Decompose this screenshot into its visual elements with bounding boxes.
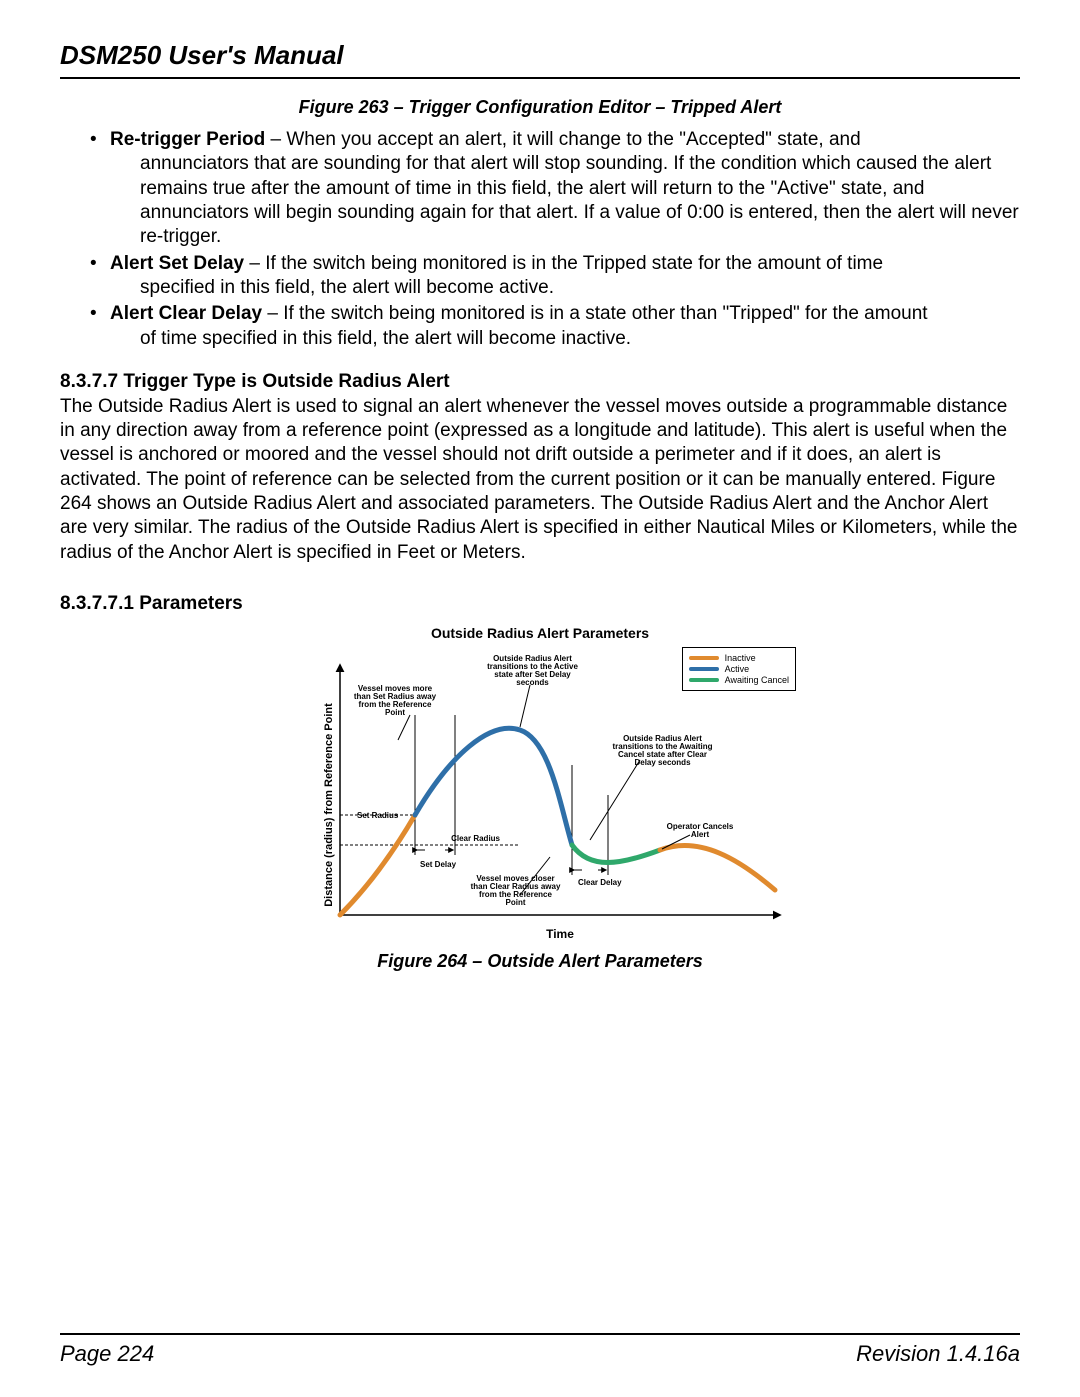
swatch-blue	[689, 667, 719, 671]
legend-await-label: Awaiting Cancel	[725, 675, 789, 685]
term-set-delay: Alert Set Delay	[110, 253, 244, 274]
svg-text:Set Delay: Set Delay	[420, 860, 457, 869]
page-footer: Page 224 Revision 1.4.16a	[60, 1333, 1020, 1367]
para-8-3-7-7: The Outside Radius Alert is used to sign…	[60, 395, 1020, 565]
def-clear-delay-line1: – If the switch being monitored is in a …	[262, 303, 927, 324]
footer-revision: Revision 1.4.16a	[856, 1341, 1020, 1367]
svg-text:Time: Time	[546, 927, 574, 941]
definition-list: Re-trigger Period – When you accept an a…	[60, 128, 1020, 351]
def-retrigger: Re-trigger Period – When you accept an a…	[90, 128, 1020, 250]
header-rule	[60, 77, 1020, 79]
footer-rule	[60, 1333, 1020, 1335]
chart-container: Outside Radius Alert Parameters Inactive…	[280, 625, 800, 945]
anno-to-await: Outside Radius Alert transitions to the …	[610, 735, 715, 767]
anno-to-active: Outside Radius Alert transitions to the …	[485, 655, 580, 687]
anno-op-cancel: Operator Cancels Alert	[660, 823, 740, 839]
def-set-delay-line1: – If the switch being monitored is in th…	[244, 253, 883, 274]
swatch-orange	[689, 656, 719, 660]
def-clear-delay: Alert Clear Delay – If the switch being …	[90, 302, 1020, 351]
document-page: { "header": {"title": "DSM250 User's Man…	[0, 0, 1080, 1397]
heading-8-3-7-7-1: 8.3.7.7.1 Parameters	[60, 593, 1020, 615]
def-clear-delay-rest: of time specified in this field, the ale…	[110, 327, 1020, 351]
chart-legend: Inactive Active Awaiting Cancel	[682, 647, 796, 691]
term-clear-delay: Alert Clear Delay	[110, 303, 262, 324]
svg-text:Distance (radius) from Referen: Distance (radius) from Reference Point	[323, 703, 335, 907]
figure-263-caption: Figure 263 – Trigger Configuration Edito…	[60, 97, 1020, 118]
legend-await: Awaiting Cancel	[689, 675, 789, 685]
footer-page: Page 224	[60, 1341, 154, 1367]
legend-active-label: Active	[725, 664, 750, 674]
chart-title: Outside Radius Alert Parameters	[280, 625, 800, 641]
def-retrigger-line1: – When you accept an alert, it will chan…	[265, 129, 860, 150]
svg-text:Clear Delay: Clear Delay	[578, 878, 622, 887]
heading-8-3-7-7: 8.3.7.7 Trigger Type is Outside Radius A…	[60, 371, 1020, 393]
svg-text:Set Radius: Set Radius	[357, 811, 399, 820]
page-title: DSM250 User's Manual	[60, 40, 1020, 71]
svg-text:Clear Radius: Clear Radius	[451, 834, 500, 843]
term-retrigger: Re-trigger Period	[110, 129, 265, 150]
legend-active: Active	[689, 664, 789, 674]
legend-inactive: Inactive	[689, 653, 789, 663]
legend-inactive-label: Inactive	[725, 653, 756, 663]
anno-vessel-clear: Vessel moves closer than Clear Radius aw…	[468, 875, 563, 907]
swatch-green	[689, 678, 719, 682]
def-set-delay-rest: specified in this field, the alert will …	[110, 276, 1020, 300]
def-retrigger-rest: annunciators that are sounding for that …	[110, 152, 1020, 249]
def-set-delay: Alert Set Delay – If the switch being mo…	[90, 252, 1020, 301]
figure-264-caption: Figure 264 – Outside Alert Parameters	[60, 951, 1020, 972]
anno-vessel-set: Vessel moves more than Set Radius away f…	[350, 685, 440, 717]
